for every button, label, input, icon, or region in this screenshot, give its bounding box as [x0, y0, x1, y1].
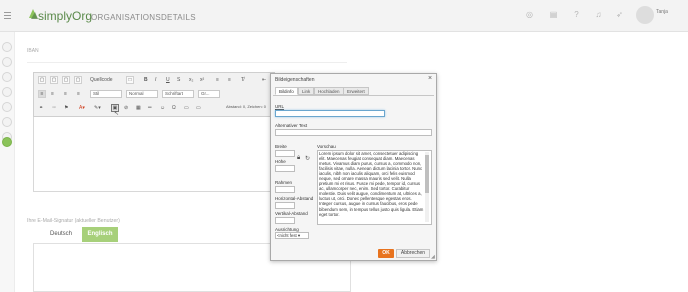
border-input[interactable] — [275, 186, 295, 193]
menu-toggle-icon[interactable] — [4, 12, 11, 21]
anchor-icon[interactable]: ⚑ — [64, 104, 68, 112]
width-label: Breite — [275, 144, 287, 149]
preview-text: Lorem ipsum dolor sit amet, consectetuer… — [319, 151, 424, 217]
divider — [27, 62, 347, 63]
signature-label: Ihre E-Mail-Signatur (aktueller Benutzer… — [27, 218, 120, 224]
ok-button[interactable]: OK — [378, 249, 394, 258]
help-icon[interactable]: ? — [572, 10, 581, 19]
format-select[interactable]: Normal — [126, 90, 158, 98]
align-left-icon[interactable]: ≡ — [38, 90, 46, 98]
pagebreak-icon[interactable]: ▭ — [196, 104, 201, 112]
rocket-icon[interactable]: ➶ — [615, 10, 624, 19]
left-nav-rail — [0, 32, 15, 292]
align-justify-icon[interactable]: ≡ — [77, 90, 80, 98]
spacing-status: Abstand: 0, Zeichen: 0 — [226, 104, 267, 109]
tab-divider — [273, 95, 434, 96]
tab-deutsch[interactable]: Deutsch — [43, 227, 79, 242]
brand-name: simplyOrg — [38, 9, 93, 23]
hspace-label: Horizontal-Abstand — [275, 196, 314, 201]
user-name[interactable]: Tanja — [656, 9, 668, 15]
unlink-icon[interactable]: ⚮ — [52, 104, 56, 112]
superscript-icon[interactable]: x² — [200, 76, 204, 84]
link-icon[interactable]: ⚭ — [39, 104, 43, 112]
scrollbar-thumb[interactable] — [425, 155, 429, 193]
subscript-icon[interactable]: x₂ — [189, 76, 193, 84]
width-input[interactable] — [275, 150, 295, 157]
lock-ratio-icon[interactable]: 🔒︎ — [297, 155, 300, 162]
source-button[interactable]: Quellcode — [90, 76, 113, 84]
tab-englisch[interactable]: Englisch — [82, 227, 118, 242]
editor-content-area[interactable] — [33, 117, 275, 192]
paste-icon[interactable]: ▢ — [62, 76, 70, 84]
dialog-title: Bildeigenschaften — [275, 77, 315, 83]
iban-label: IBAN — [27, 48, 39, 54]
text-color-icon[interactable]: A▾ — [79, 104, 85, 112]
preview-label: Vorschau — [317, 144, 336, 149]
nav-item-active[interactable] — [2, 137, 12, 147]
nav-item-3[interactable] — [2, 72, 12, 82]
cut-icon[interactable]: ▢ — [38, 76, 46, 84]
close-icon[interactable]: × — [428, 75, 432, 82]
remove-format-icon[interactable]: T̸ — [241, 76, 244, 84]
url-input[interactable] — [275, 110, 385, 117]
smiley-icon[interactable]: ☺ — [160, 104, 165, 112]
nav-item-4[interactable] — [2, 87, 12, 97]
font-select[interactable]: Schriftart — [162, 90, 194, 98]
height-label: Höhe — [275, 159, 286, 164]
nav-item-5[interactable] — [2, 102, 12, 112]
reset-size-icon[interactable]: ↻ — [305, 155, 310, 162]
size-select[interactable]: Gr... — [198, 90, 220, 98]
preview-box: Lorem ipsum dolor sit amet, consectetuer… — [317, 150, 432, 225]
bell-icon[interactable]: ♫ — [594, 10, 603, 19]
template-icon[interactable]: □ — [126, 76, 134, 84]
tab-bildinfo[interactable]: Bildinfo — [275, 87, 298, 95]
numbered-list-icon[interactable]: ≡ — [216, 76, 219, 84]
nav-item-2[interactable] — [2, 57, 12, 67]
vspace-input[interactable] — [275, 217, 295, 224]
url-label: URL — [275, 104, 285, 109]
resize-handle-icon[interactable]: ◢ — [431, 254, 435, 260]
flash-icon[interactable]: ⊘ — [124, 104, 128, 112]
align-select[interactable]: <nicht fest ▾ — [275, 232, 309, 239]
nav-item-1[interactable] — [2, 42, 12, 52]
align-center-icon[interactable]: ≡ — [51, 90, 54, 98]
italic-icon[interactable]: I — [155, 76, 156, 84]
border-label: Rahmen — [275, 180, 293, 185]
avatar[interactable] — [636, 6, 654, 24]
tab-erweitert[interactable]: Erweitert — [343, 87, 369, 95]
book-icon[interactable]: ▤ — [549, 10, 558, 19]
iframe-icon[interactable]: ▭ — [184, 104, 189, 112]
underline-icon[interactable]: U — [166, 76, 170, 84]
bg-color-icon[interactable]: ✎▾ — [94, 104, 101, 112]
alt-text-label: Alternativer Text — [275, 123, 308, 128]
align-right-icon[interactable]: ≡ — [64, 90, 67, 98]
special-char-icon[interactable]: Ω — [172, 104, 176, 112]
table-icon[interactable]: ▦ — [136, 104, 141, 112]
hr-icon[interactable]: ═ — [148, 104, 152, 112]
copy-icon[interactable]: ▢ — [50, 76, 58, 84]
bullet-list-icon[interactable]: ≡ — [228, 76, 231, 84]
vspace-label: Vertikal-Abstand — [275, 211, 308, 216]
style-select[interactable]: Stil — [90, 90, 122, 98]
page-title: ORGANISATIONSDETAILS — [91, 13, 196, 22]
more-icon[interactable]: ⇤ — [262, 76, 266, 84]
bold-icon[interactable]: B — [144, 76, 148, 84]
paste-text-icon[interactable]: ▢ — [74, 76, 82, 84]
top-bar: simplyOrg ORGANISATIONSDETAILS ◎ ▤ ? ♫ ➶… — [0, 0, 688, 32]
hspace-input[interactable] — [275, 202, 295, 209]
preview-scrollbar[interactable] — [425, 152, 429, 222]
alt-text-input[interactable] — [275, 129, 432, 136]
height-input[interactable] — [275, 165, 295, 172]
editor-toolbar: ▢ ▢ ▢ ▢ Quellcode □ B I U S x₂ x² ≡ ≡ T̸… — [33, 72, 275, 117]
strike-icon[interactable]: S — [177, 76, 180, 84]
tab-link[interactable]: Link — [298, 87, 315, 95]
cancel-button[interactable]: Abbrechen — [396, 249, 430, 258]
tab-hochladen[interactable]: Hochladen — [314, 87, 344, 95]
lightbulb-icon[interactable]: ◎ — [525, 10, 534, 19]
nav-item-6[interactable] — [2, 117, 12, 127]
